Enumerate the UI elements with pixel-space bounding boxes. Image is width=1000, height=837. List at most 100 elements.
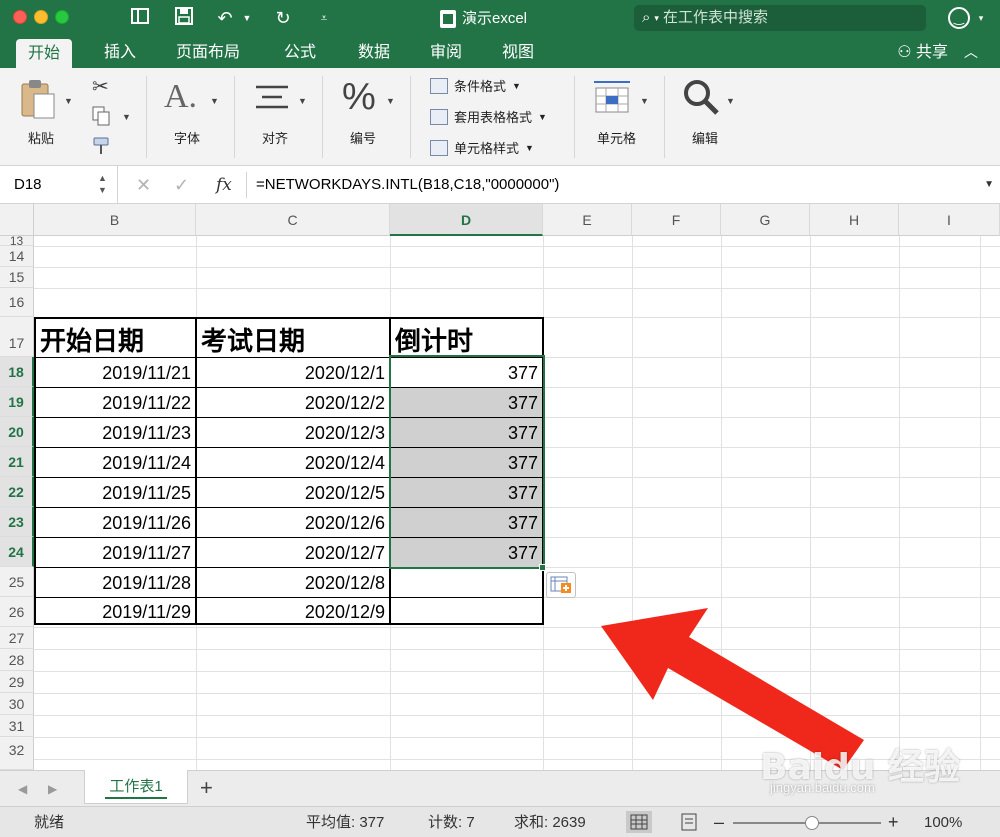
name-box-stepper-icon[interactable]: ▲ ▼ [98, 172, 107, 196]
row-header[interactable]: 13 [0, 235, 34, 247]
table-cell[interactable]: 2020/12/7 [197, 537, 389, 567]
row-header[interactable]: 21 [0, 447, 34, 477]
table-cell[interactable]: 2019/11/21 [36, 357, 195, 387]
font-dropdown-icon[interactable]: ▼ [210, 96, 219, 106]
tab-home[interactable]: 开始 [16, 39, 73, 68]
format-painter-icon[interactable] [90, 136, 112, 161]
feedback-smiley-icon[interactable]: ‿ [948, 7, 970, 29]
column-header-g[interactable]: G [721, 204, 810, 236]
tab-data[interactable]: 数据 [346, 37, 402, 68]
cells-dropdown-icon[interactable]: ▼ [640, 96, 649, 106]
conditional-format-button[interactable]: 条件格式 ▼ [430, 76, 521, 95]
cut-icon[interactable]: ✂ [92, 74, 109, 99]
formula-input[interactable]: =NETWORKDAYS.INTL(B18,C18,"0000000") [256, 166, 559, 204]
column-header-f[interactable]: F [632, 204, 721, 236]
collapse-ribbon-icon[interactable]: ︿ [964, 37, 978, 68]
normal-view-button[interactable] [626, 811, 652, 833]
font-icon[interactable]: A. [164, 78, 197, 116]
copy-dropdown-icon[interactable]: ▼ [122, 112, 131, 122]
name-box[interactable]: D18 ▲ ▼ [0, 166, 118, 204]
table-cell[interactable] [391, 567, 542, 597]
row-header[interactable]: 30 [0, 693, 34, 715]
row-header[interactable]: 32 [0, 737, 34, 770]
table-header-cell[interactable]: 考试日期 [197, 318, 389, 357]
zoom-slider-thumb[interactable] [805, 816, 819, 830]
table-cell[interactable]: 2019/11/26 [36, 507, 195, 537]
table-cell[interactable]: 2019/11/29 [36, 597, 195, 625]
row-header[interactable]: 16 [0, 288, 34, 317]
paste-options-button[interactable] [546, 572, 576, 598]
column-header-e[interactable]: E [543, 204, 632, 236]
tab-page-layout[interactable]: 页面布局 [164, 37, 252, 68]
row-header[interactable]: 26 [0, 597, 34, 627]
undo-dropdown-icon[interactable]: ▼ [240, 6, 254, 30]
row-header[interactable]: 14 [0, 246, 34, 267]
table-header-cell[interactable]: 倒计时 [391, 318, 542, 357]
table-cell[interactable]: 2020/12/4 [197, 447, 389, 477]
select-all-corner[interactable] [0, 204, 34, 236]
prev-sheet-icon[interactable]: ◀ [18, 771, 27, 807]
cells-icon[interactable] [592, 78, 632, 119]
paste-dropdown-icon[interactable]: ▼ [64, 96, 73, 106]
fill-handle[interactable] [539, 564, 546, 571]
zoom-window-button[interactable] [55, 10, 69, 24]
column-header-b[interactable]: B [34, 204, 196, 236]
row-header[interactable]: 25 [0, 567, 34, 597]
zoom-in-icon[interactable]: + [888, 807, 899, 837]
feedback-dropdown-icon[interactable]: ▾ [974, 6, 988, 30]
tab-review[interactable]: 审阅 [418, 37, 474, 68]
row-header[interactable]: 27 [0, 627, 34, 649]
paste-icon[interactable] [18, 78, 58, 127]
table-cell[interactable]: 2019/11/28 [36, 567, 195, 597]
table-header-cell[interactable]: 开始日期 [36, 318, 195, 357]
add-sheet-icon[interactable]: + [200, 771, 213, 807]
row-header[interactable]: 20 [0, 417, 34, 447]
table-cell[interactable]: 2020/12/3 [197, 417, 389, 447]
search-input[interactable]: ⌕ ▾ 在工作表中搜索 [634, 5, 926, 31]
align-dropdown-icon[interactable]: ▼ [298, 96, 307, 106]
edit-dropdown-icon[interactable]: ▼ [726, 96, 735, 106]
tab-view[interactable]: 视图 [490, 37, 546, 68]
table-cell[interactable]: 2019/11/24 [36, 447, 195, 477]
table-cell[interactable]: 2019/11/25 [36, 477, 195, 507]
tab-insert[interactable]: 插入 [92, 37, 148, 68]
table-cell[interactable]: 2020/12/5 [197, 477, 389, 507]
redo-icon[interactable]: ↻ [270, 6, 296, 30]
row-header[interactable]: 29 [0, 671, 34, 693]
undo-icon[interactable]: ↶ [212, 6, 238, 30]
tab-formulas[interactable]: 公式 [272, 37, 328, 68]
row-header[interactable]: 24 [0, 537, 34, 567]
column-header-i[interactable]: I [899, 204, 1000, 236]
minimize-window-button[interactable] [34, 10, 48, 24]
save-icon[interactable] [172, 6, 196, 30]
table-cell[interactable]: 2020/12/6 [197, 507, 389, 537]
copy-icon[interactable] [92, 106, 110, 131]
confirm-formula-icon[interactable]: ✓ [174, 166, 189, 204]
table-cell[interactable]: 2019/11/27 [36, 537, 195, 567]
table-cell[interactable] [391, 597, 542, 625]
table-cell[interactable]: 2020/12/1 [197, 357, 389, 387]
row-header[interactable]: 18 [0, 357, 34, 387]
row-header[interactable]: 28 [0, 649, 34, 671]
close-window-button[interactable] [13, 10, 27, 24]
table-cell[interactable]: 2019/11/23 [36, 417, 195, 447]
table-format-button[interactable]: 套用表格格式 ▼ [430, 107, 547, 126]
row-header[interactable]: 22 [0, 477, 34, 507]
zoom-level[interactable]: 100% [924, 807, 962, 837]
percent-icon[interactable]: % [342, 76, 376, 119]
table-cell[interactable]: 2019/11/22 [36, 387, 195, 417]
customize-toolbar-icon[interactable]: ⩡ [314, 6, 334, 30]
share-button[interactable]: ⚇ 共享 [897, 37, 948, 68]
cancel-formula-icon[interactable]: ✕ [136, 166, 151, 204]
zoom-out-icon[interactable]: – [714, 807, 724, 837]
sidebar-toggle-icon[interactable] [128, 6, 152, 30]
row-header[interactable]: 15 [0, 267, 34, 288]
sheet-tab-1[interactable]: 工作表1 [84, 770, 188, 804]
worksheet-grid[interactable]: B C D E F G H I 13 14 15 16 17 18 19 20 … [0, 204, 1000, 770]
column-header-c[interactable]: C [196, 204, 390, 236]
number-dropdown-icon[interactable]: ▼ [386, 96, 395, 106]
row-header[interactable]: 17 [0, 317, 34, 357]
row-header[interactable]: 31 [0, 715, 34, 737]
column-header-d[interactable]: D [390, 204, 543, 236]
cell-style-button[interactable]: 单元格样式 ▼ [430, 138, 534, 157]
